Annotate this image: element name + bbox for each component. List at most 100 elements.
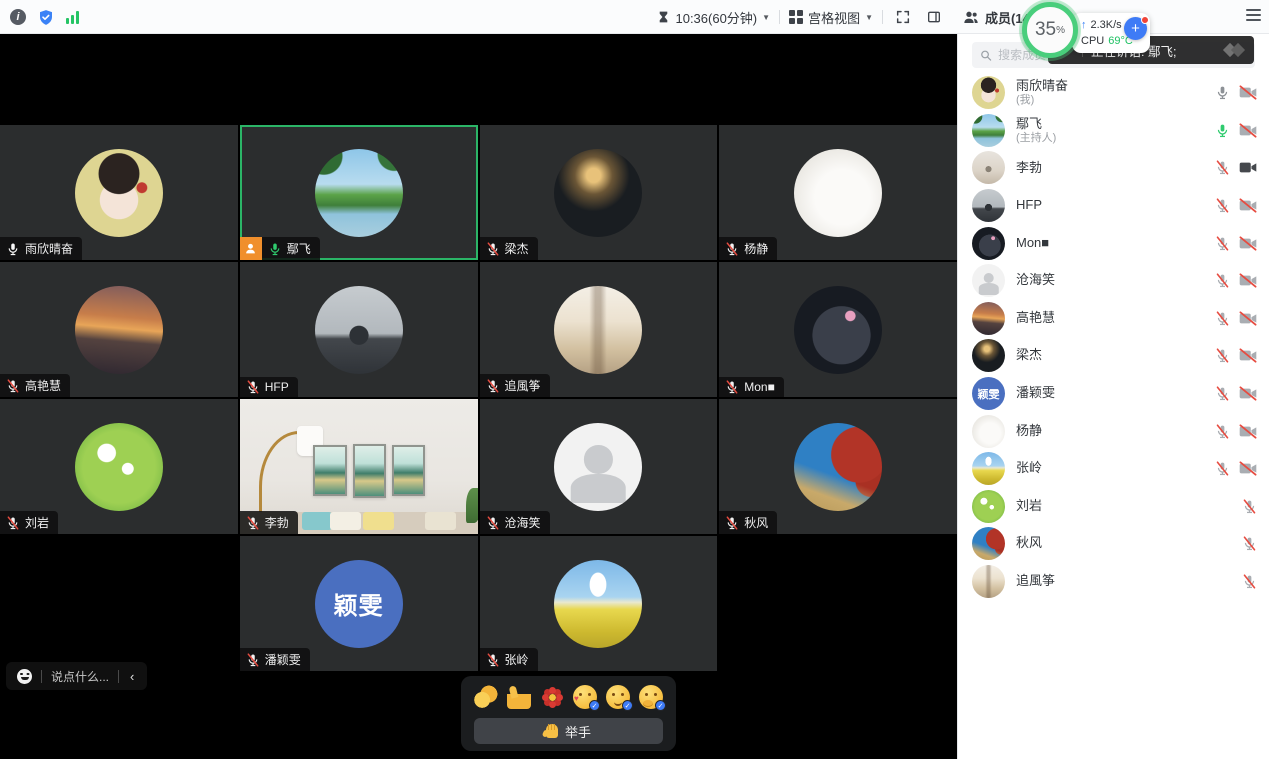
- member-name: 刘岩: [1016, 499, 1042, 514]
- member-camera-icon[interactable]: [1239, 311, 1257, 326]
- video-tile[interactable]: 追風筝: [480, 262, 718, 397]
- member-list-item[interactable]: 秋风: [958, 525, 1269, 563]
- security-shield-icon[interactable]: [38, 9, 54, 26]
- kiss-face-emoji-button[interactable]: ✓: [573, 685, 597, 709]
- thumbs-up-emoji-button[interactable]: [507, 685, 531, 709]
- booster-add-button[interactable]: +: [1124, 17, 1147, 40]
- chat-input[interactable]: 说点什么...: [51, 668, 109, 685]
- member-avatar: [972, 264, 1005, 297]
- video-grid: 雨欣晴奋 鄢飞 梁杰: [0, 125, 957, 671]
- video-tile[interactable]: 颖雯 潘颖雯: [240, 536, 478, 671]
- participant-name-label: 高艳慧: [0, 374, 70, 397]
- participant-avatar: [75, 423, 163, 511]
- member-camera-icon[interactable]: [1239, 198, 1257, 213]
- participant-avatar: [794, 149, 882, 237]
- fullscreen-button[interactable]: [892, 6, 914, 28]
- network-signal-icon[interactable]: [66, 11, 79, 24]
- member-camera-icon[interactable]: [1239, 123, 1257, 138]
- member-name: 鄢飞: [1016, 117, 1056, 132]
- participant-name: 雨欣晴奋: [25, 240, 73, 257]
- side-panel-toggle-button[interactable]: [923, 6, 945, 28]
- participant-name: 张岭: [505, 651, 529, 668]
- thinking-face-emoji-button[interactable]: ✓: [639, 685, 663, 709]
- fullscreen-icon: [895, 9, 911, 25]
- member-list-item[interactable]: 李勃: [958, 149, 1269, 187]
- info-icon[interactable]: i: [10, 9, 26, 25]
- video-tile[interactable]: HFP: [240, 262, 478, 397]
- meeting-timer[interactable]: 10:36(60分钟) ▼: [657, 8, 770, 27]
- member-camera-icon[interactable]: [1239, 160, 1257, 175]
- video-tile[interactable]: 雨欣晴奋: [0, 125, 238, 260]
- view-mode-selector[interactable]: 宫格视图 ▼: [789, 8, 873, 27]
- member-avatar: [972, 189, 1005, 222]
- member-list-item[interactable]: Mon■: [958, 224, 1269, 262]
- member-mic-icon[interactable]: [1215, 311, 1230, 326]
- member-list-item[interactable]: 张岭: [958, 450, 1269, 488]
- member-list-item[interactable]: 鄢飞 (主持人): [958, 112, 1269, 150]
- participant-name-label: 雨欣晴奋: [0, 237, 82, 260]
- video-tile[interactable]: 刘岩: [0, 399, 238, 534]
- video-tile[interactable]: Mon■: [719, 262, 957, 397]
- participant-name-label: 梁杰: [480, 237, 538, 260]
- member-mic-icon[interactable]: [1215, 348, 1230, 363]
- member-camera-icon[interactable]: [1239, 461, 1257, 476]
- mic-status-icon: [486, 653, 500, 667]
- member-list-item[interactable]: 雨欣晴奋 (我): [958, 74, 1269, 112]
- performance-percent-badge[interactable]: 35%: [1022, 2, 1078, 58]
- menu-button[interactable]: [1246, 9, 1261, 24]
- member-mic-icon[interactable]: [1215, 198, 1230, 213]
- member-list-item[interactable]: 追風筝: [958, 563, 1269, 601]
- member-mic-icon[interactable]: [1215, 386, 1230, 401]
- participant-name: 秋风: [744, 514, 768, 531]
- member-mic-icon[interactable]: [1215, 461, 1230, 476]
- video-tile[interactable]: 高艳慧: [0, 262, 238, 397]
- video-tile[interactable]: 鄢飞: [240, 125, 478, 260]
- member-mic-icon[interactable]: [1215, 273, 1230, 288]
- member-list-item[interactable]: 沧海笑: [958, 262, 1269, 300]
- pleading-face-emoji-button[interactable]: ✓: [606, 685, 630, 709]
- flower-emoji-button[interactable]: [540, 685, 564, 709]
- member-list-item[interactable]: HFP: [958, 187, 1269, 225]
- member-camera-icon[interactable]: [1239, 424, 1257, 439]
- participant-avatar: [794, 423, 882, 511]
- video-tile[interactable]: 张岭: [480, 536, 718, 671]
- member-mic-icon[interactable]: [1215, 85, 1230, 100]
- member-list-item[interactable]: 刘岩: [958, 488, 1269, 526]
- member-list-item[interactable]: 梁杰: [958, 337, 1269, 375]
- participant-avatar: [554, 286, 642, 374]
- video-tile[interactable]: 秋风: [719, 399, 957, 534]
- member-avatar: [972, 227, 1005, 260]
- member-camera-icon[interactable]: [1239, 348, 1257, 363]
- member-camera-icon[interactable]: [1239, 273, 1257, 288]
- member-mic-icon[interactable]: [1242, 536, 1257, 551]
- video-tile[interactable]: 杨静: [719, 125, 957, 260]
- member-camera-icon[interactable]: [1239, 386, 1257, 401]
- divider: [41, 670, 42, 683]
- member-mic-icon[interactable]: [1215, 160, 1230, 175]
- member-camera-icon[interactable]: [1239, 236, 1257, 251]
- member-mic-icon[interactable]: [1242, 499, 1257, 514]
- member-list-item[interactable]: 高艳慧: [958, 300, 1269, 338]
- network-speed: 2.3K/s: [1091, 17, 1122, 33]
- clap-emoji-button[interactable]: [474, 685, 498, 709]
- emoji-picker-icon[interactable]: [17, 669, 32, 684]
- member-camera-icon[interactable]: [1239, 85, 1257, 100]
- collapse-chat-button[interactable]: ‹: [128, 669, 136, 684]
- member-mic-icon[interactable]: [1215, 424, 1230, 439]
- app-watermark-icon: [1224, 42, 1246, 58]
- participant-avatar: [554, 149, 642, 237]
- video-tile[interactable]: 梁杰: [480, 125, 718, 260]
- member-list-item[interactable]: 颖雯 潘颖雯: [958, 375, 1269, 413]
- mic-status-icon: [6, 516, 20, 530]
- member-name: Mon■: [1016, 236, 1049, 251]
- raise-hand-button[interactable]: 举手: [474, 718, 663, 744]
- member-mic-icon[interactable]: [1242, 574, 1257, 589]
- member-list-item[interactable]: 杨静: [958, 412, 1269, 450]
- member-mic-icon[interactable]: [1215, 123, 1230, 138]
- member-role-label: (主持人): [1016, 132, 1056, 145]
- emoji-row: ✓ ✓ ✓: [474, 685, 663, 709]
- video-tile[interactable]: 李勃: [240, 399, 478, 534]
- video-tile[interactable]: 沧海笑: [480, 399, 718, 534]
- member-list: 雨欣晴奋 (我) 鄢飞 (主持人) 李勃 HFP: [958, 74, 1269, 759]
- member-mic-icon[interactable]: [1215, 236, 1230, 251]
